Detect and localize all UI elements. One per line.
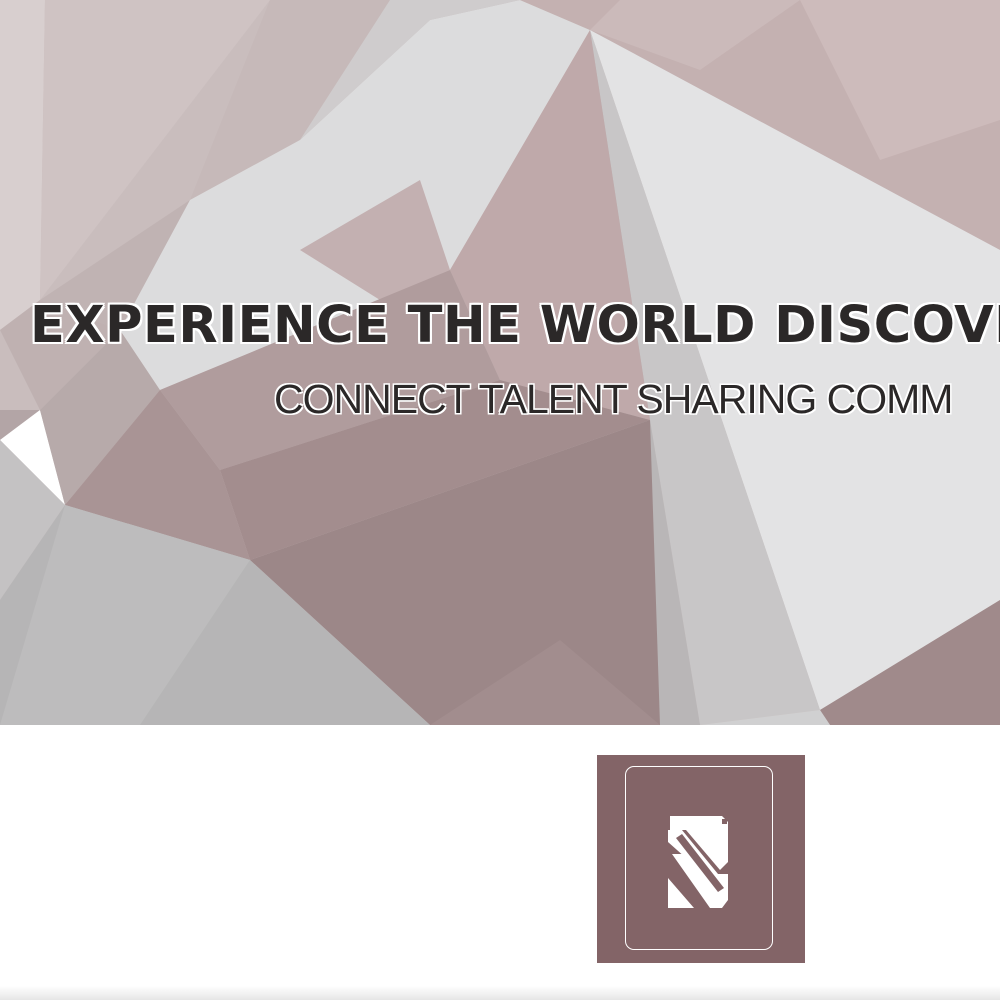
brand-logo — [597, 755, 805, 963]
stylized-s-monogram-icon — [668, 816, 728, 908]
hero-banner: EXPERIENCE THE WORLD DISCOVE CONNECT TAL… — [0, 0, 1000, 725]
low-poly-background — [0, 0, 1000, 725]
page: EXPERIENCE THE WORLD DISCOVE CONNECT TAL… — [0, 0, 1000, 1000]
headline: EXPERIENCE THE WORLD DISCOVE — [30, 296, 1000, 355]
tagline: CONNECT TALENT SHARING COMM — [274, 376, 953, 422]
bottom-edge-shadow — [0, 986, 1000, 1000]
